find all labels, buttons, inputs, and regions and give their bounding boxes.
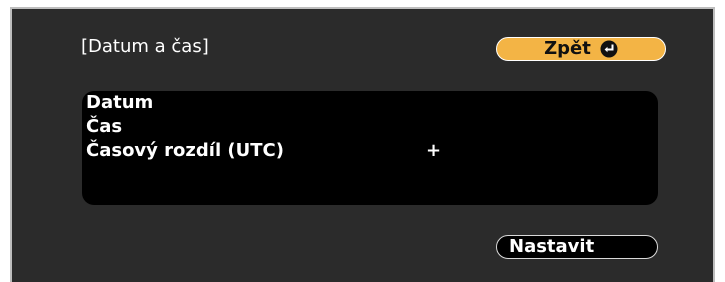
list-item-label: Časový rozdíl (UTC)	[86, 140, 284, 161]
list-item-empty[interactable]	[82, 163, 658, 187]
list-item-utc-offset[interactable]: Časový rozdíl (UTC) +	[82, 139, 658, 163]
enter-icon	[600, 40, 618, 58]
list-item-cas[interactable]: Čas	[82, 115, 658, 139]
back-button[interactable]: Zpět	[496, 37, 666, 61]
utc-offset-sign: +	[426, 140, 442, 161]
page-title: [Datum a čas]	[81, 36, 209, 57]
set-button[interactable]: Nastavit	[496, 235, 658, 259]
list-item-label: Čas	[86, 116, 123, 137]
set-button-label: Nastavit	[509, 236, 595, 257]
back-button-label: Zpět	[544, 38, 591, 59]
settings-list: Datum Čas Časový rozdíl (UTC) +	[82, 91, 658, 205]
list-item-label: Datum	[86, 92, 154, 113]
list-item-datum[interactable]: Datum	[82, 91, 658, 115]
